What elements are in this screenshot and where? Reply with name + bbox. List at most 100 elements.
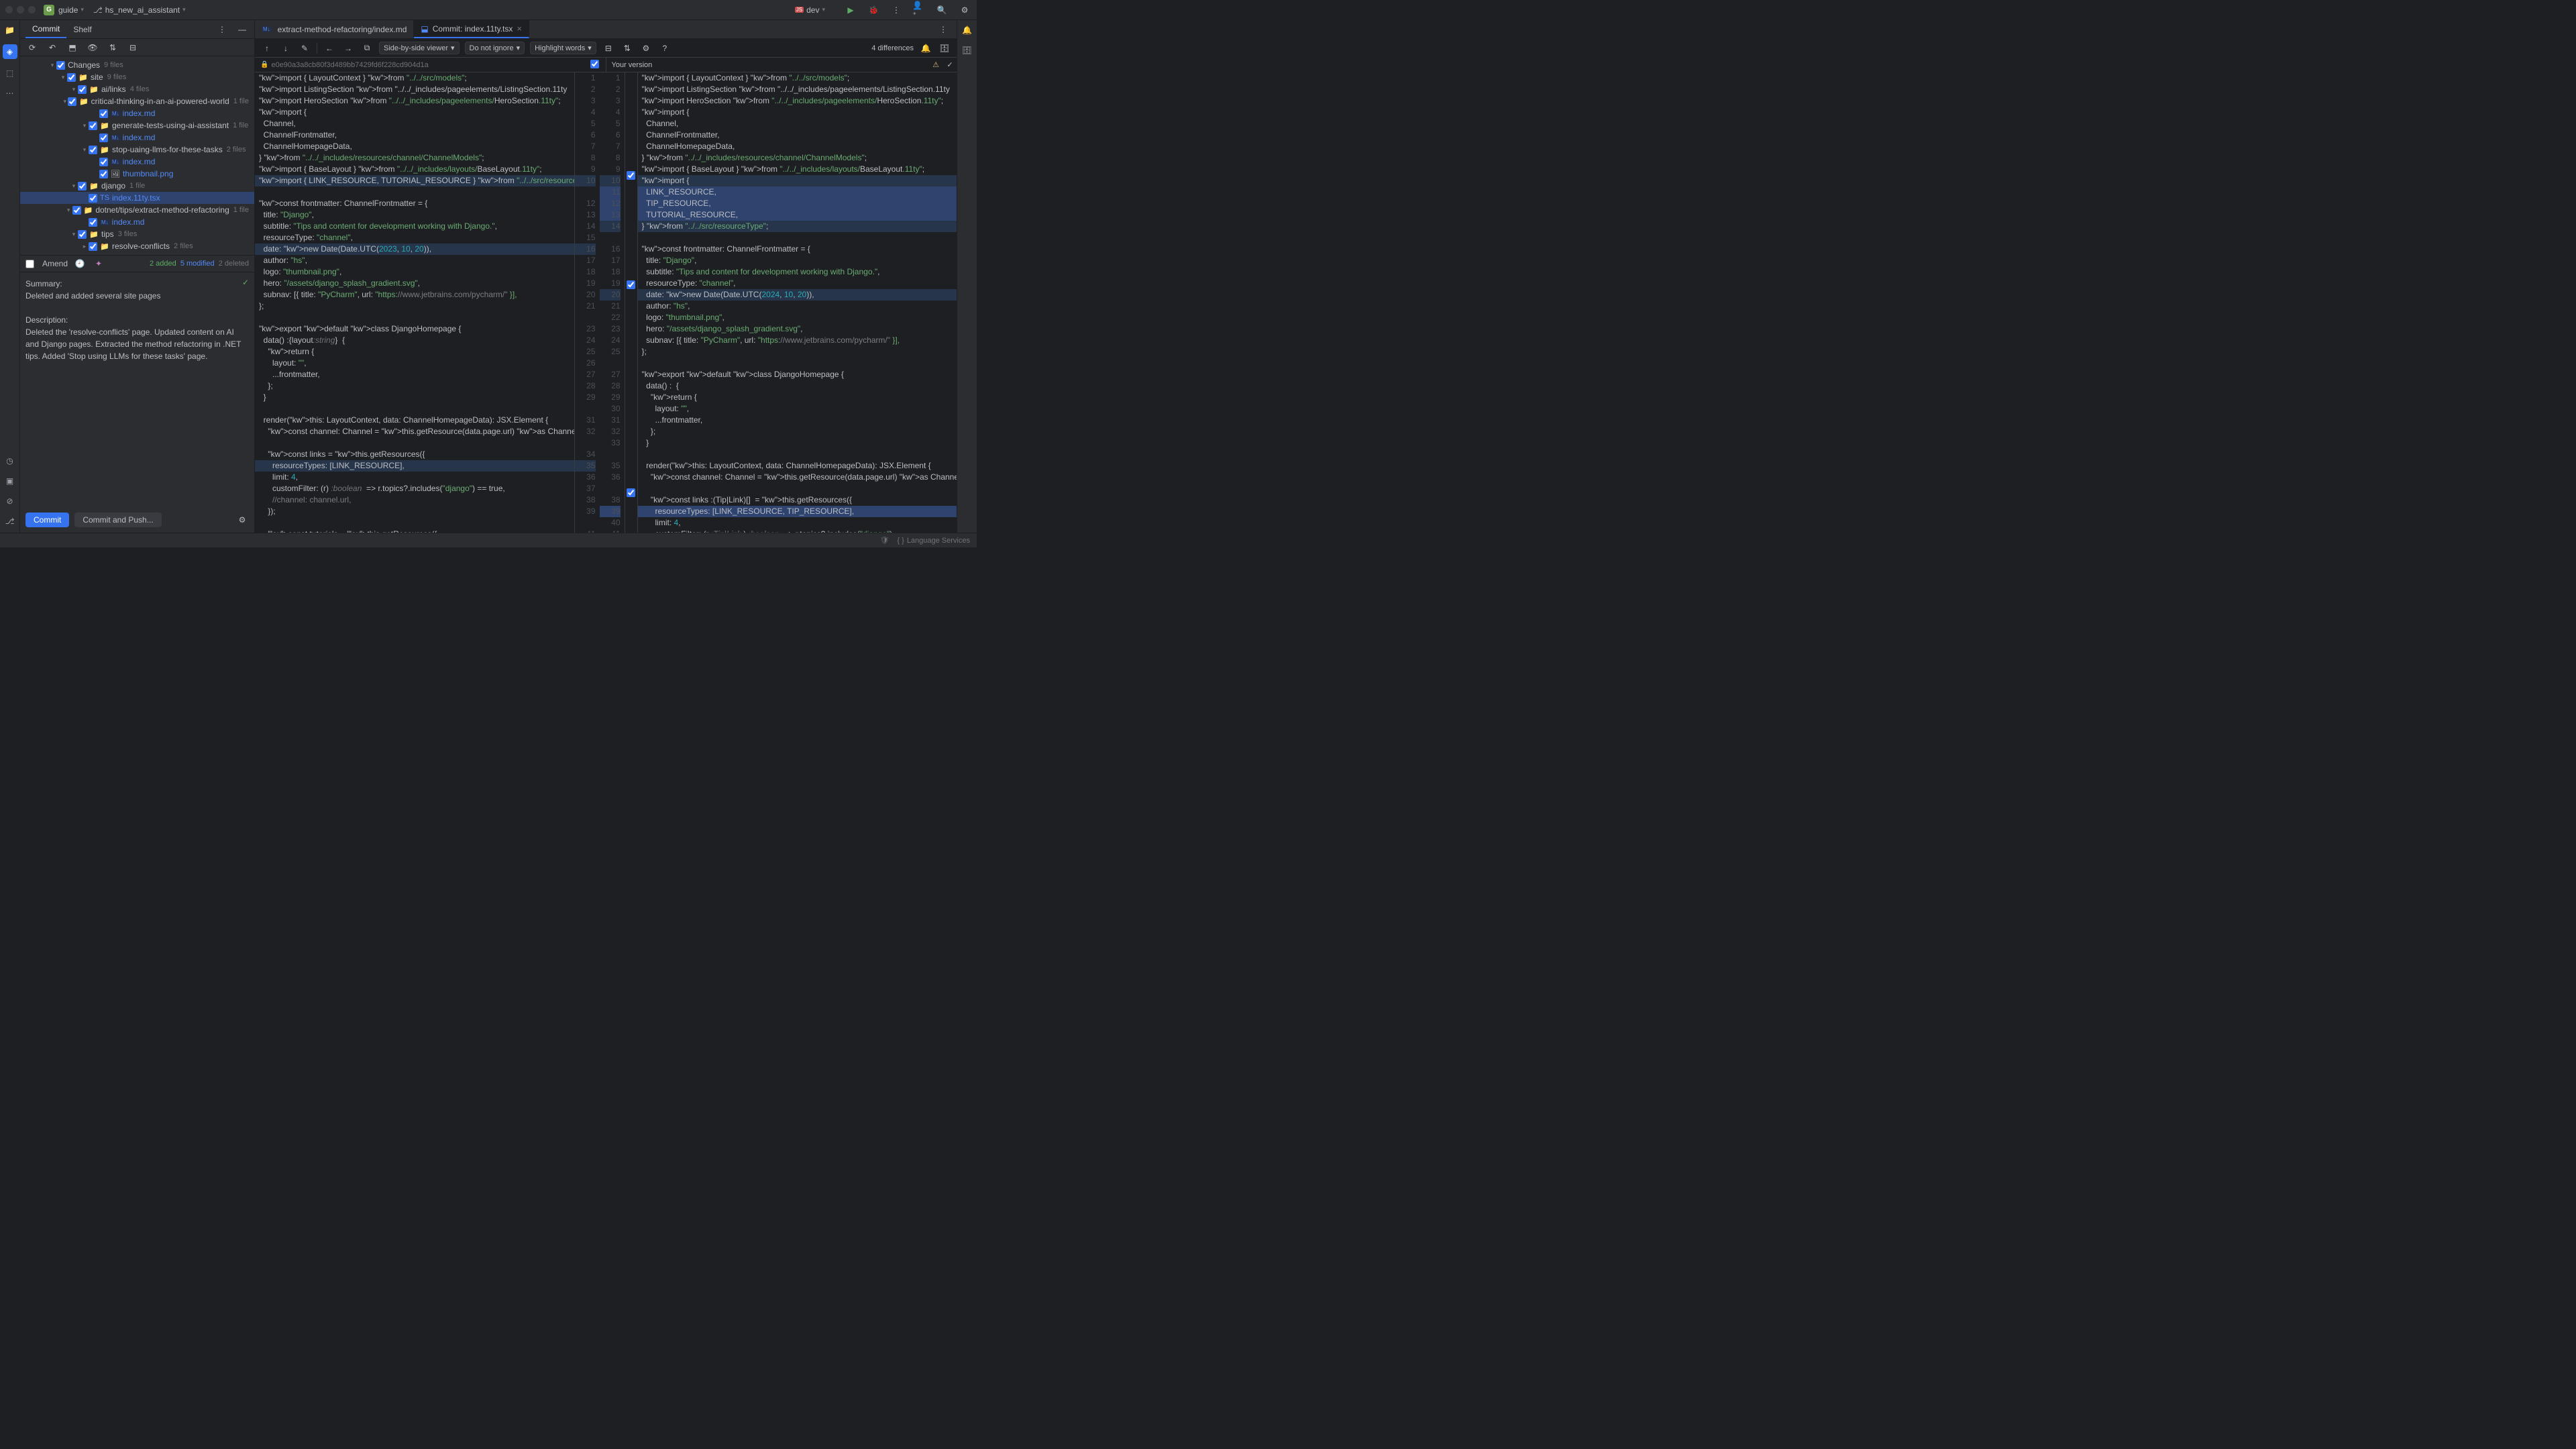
code-line[interactable] [255,437,574,449]
file-index-md[interactable]: index.md [112,217,145,227]
chevron-down-icon[interactable]: ▾ [48,62,56,69]
code-line[interactable]: LINK_RESOURCE, [638,186,957,198]
node-resolve[interactable]: resolve-conflicts [112,241,170,251]
commit-tool-icon[interactable]: ◈ [3,44,17,59]
checkbox[interactable] [89,121,97,130]
code-line[interactable]: Channel, [255,118,574,129]
node-django[interactable]: django [101,181,125,191]
ai-icon[interactable]: ✦ [92,257,105,270]
left-select-all[interactable] [590,60,599,68]
more-tools-icon[interactable]: ⋯ [4,87,16,99]
code-line[interactable]: customFilter: (r :Tip|Link ) :boolean =>… [638,529,957,533]
checkbox[interactable] [99,170,108,178]
tab-options-icon[interactable]: ⋮ [936,23,950,36]
code-line[interactable]: author: "hs", [638,301,957,312]
code-line[interactable]: subnav: [{ title: "PyCharm", url: "https… [638,335,957,346]
branch-selector[interactable]: ⎇ hs_new_ai_assistant▾ [93,5,186,15]
code-line[interactable]: TUTORIAL_RESOURCE, [638,209,957,221]
code-line[interactable]: hero: "/assets/django_splash_gradient.sv… [255,278,574,289]
db-icon[interactable]: 🗄 [938,42,951,55]
project-selector[interactable]: guide▾ [58,5,84,15]
code-line[interactable]: ChannelHomepageData, [638,141,957,152]
code-line[interactable]: data() :{layout:string} { [255,335,574,346]
diff-icon[interactable]: ⬒ [66,41,79,54]
checkbox[interactable] [72,206,81,215]
code-line[interactable]: "kw">const links :(Tip|Link)[] = "kw">th… [638,494,957,506]
code-line[interactable]: subtitle: "Tips and content for developm… [638,266,957,278]
project-badge[interactable]: G [44,5,54,15]
node-ai-links[interactable]: ai/links [101,85,126,94]
prev-file-icon[interactable]: ← [323,42,336,55]
code-line[interactable]: }; [638,346,957,358]
database-tool-icon[interactable]: 🗄 [961,44,973,56]
code-line[interactable]: customFilter: (r) :boolean => r.topics?.… [255,483,574,494]
code-line[interactable]: render("kw">this: LayoutContext, data: C… [255,415,574,426]
code-line[interactable] [638,232,957,244]
amend-checkbox[interactable] [25,260,34,268]
code-line[interactable]: TIP_RESOURCE, [638,198,957,209]
code-line[interactable]: "kw">export "kw">default "kw">class Djan… [255,323,574,335]
chevron-down-icon[interactable]: ▾ [70,86,78,93]
code-line[interactable]: "kw">import ListingSection "kw">from "..… [638,84,957,95]
code-line[interactable] [638,358,957,369]
problems-tool-icon[interactable]: ⊘ [4,495,16,507]
chevron-down-icon[interactable]: ▾ [62,98,68,105]
code-line[interactable]: hero: "/assets/django_splash_gradient.sv… [638,323,957,335]
prev-diff-icon[interactable]: ↑ [260,42,274,55]
viewer-mode-select[interactable]: Side-by-side viewer▾ [379,42,460,54]
chevron-down-icon[interactable]: ▾ [65,207,72,214]
checkbox[interactable] [99,158,108,166]
code-line[interactable]: "kw">return { [255,346,574,358]
node-dotnet[interactable]: dotnet/tips/extract-method-refactoring [95,205,229,215]
code-line[interactable]: } [255,392,574,403]
options-icon[interactable]: ⋮ [215,23,229,36]
file-index-md[interactable]: index.md [123,109,156,118]
refresh-icon[interactable]: ⟳ [25,41,39,54]
code-line[interactable]: ChannelHomepageData, [255,141,574,152]
code-line[interactable] [255,186,574,198]
code-line[interactable] [638,449,957,460]
code-line[interactable]: resourceType: "channel", [638,278,957,289]
chevron-down-icon[interactable]: ▾ [59,74,67,81]
node-site[interactable]: site [91,72,103,82]
code-line[interactable]: resourceType: "channel", [255,232,574,244]
code-line[interactable]: }); [255,506,574,517]
code-line[interactable]: "kw">import ListingSection "kw">from "..… [255,84,574,95]
ignore-select[interactable]: Do not ignore▾ [465,42,525,54]
code-line[interactable]: "kw">const tutorials = "kw">this.getReso… [255,529,574,533]
code-line[interactable]: "kw">import { LINK_RESOURCE, TUTORIAL_RE… [255,175,574,186]
debug-icon[interactable]: 🐞 [867,3,880,17]
warning-icon[interactable]: ⚠ [932,60,939,69]
search-icon[interactable]: 🔍 [935,3,949,17]
changes-tree[interactable]: ▾Changes9 files ▾📁site9 files ▾📁ai/links… [20,56,254,255]
tab-shelf[interactable]: Shelf [66,20,98,38]
code-line[interactable]: "kw">import { BaseLayout } "kw">from "..… [255,164,574,175]
notifications-tool-icon[interactable]: 🔔 [961,24,973,36]
collapse-icon[interactable]: ⊟ [602,42,615,55]
vcs-tool-icon[interactable]: ⎇ [4,515,16,527]
code-line[interactable]: "kw">import { [638,175,957,186]
hunk-checkbox[interactable] [627,280,635,289]
highlight-select[interactable]: Highlight words▾ [530,42,596,54]
code-line[interactable]: logo: "thumbnail.png", [638,312,957,323]
checkbox[interactable] [99,109,108,118]
chevron-down-icon[interactable]: ▾ [80,122,89,129]
code-line[interactable]: author: "hs", [255,255,574,266]
code-line[interactable]: limit: 4, [255,472,574,483]
checkbox[interactable] [89,242,97,251]
help-icon[interactable]: ? [658,42,672,55]
node-stopllm[interactable]: stop-uaing-llms-for-these-tasks [112,145,223,154]
file-index-tsx[interactable]: index.11ty.tsx [112,193,160,203]
code-line[interactable]: data() : { [638,380,957,392]
code-line[interactable]: resourceTypes: [LINK_RESOURCE, TIP_RESOU… [638,506,957,517]
minimize-window[interactable] [17,6,24,13]
chevron-down-icon[interactable]: ▾ [70,182,78,190]
sync-scroll-icon[interactable]: ⇅ [621,42,634,55]
checkbox[interactable] [67,73,76,82]
code-line[interactable]: "kw">const links = "kw">this.getResource… [255,449,574,460]
diff-body[interactable]: "kw">import { LayoutContext } "kw">from … [255,72,957,533]
code-line[interactable]: } [638,437,957,449]
settings-icon[interactable]: ⚙ [958,3,971,17]
code-line[interactable]: "kw">export "kw">default "kw">class Djan… [638,369,957,380]
checkbox[interactable] [56,61,65,70]
